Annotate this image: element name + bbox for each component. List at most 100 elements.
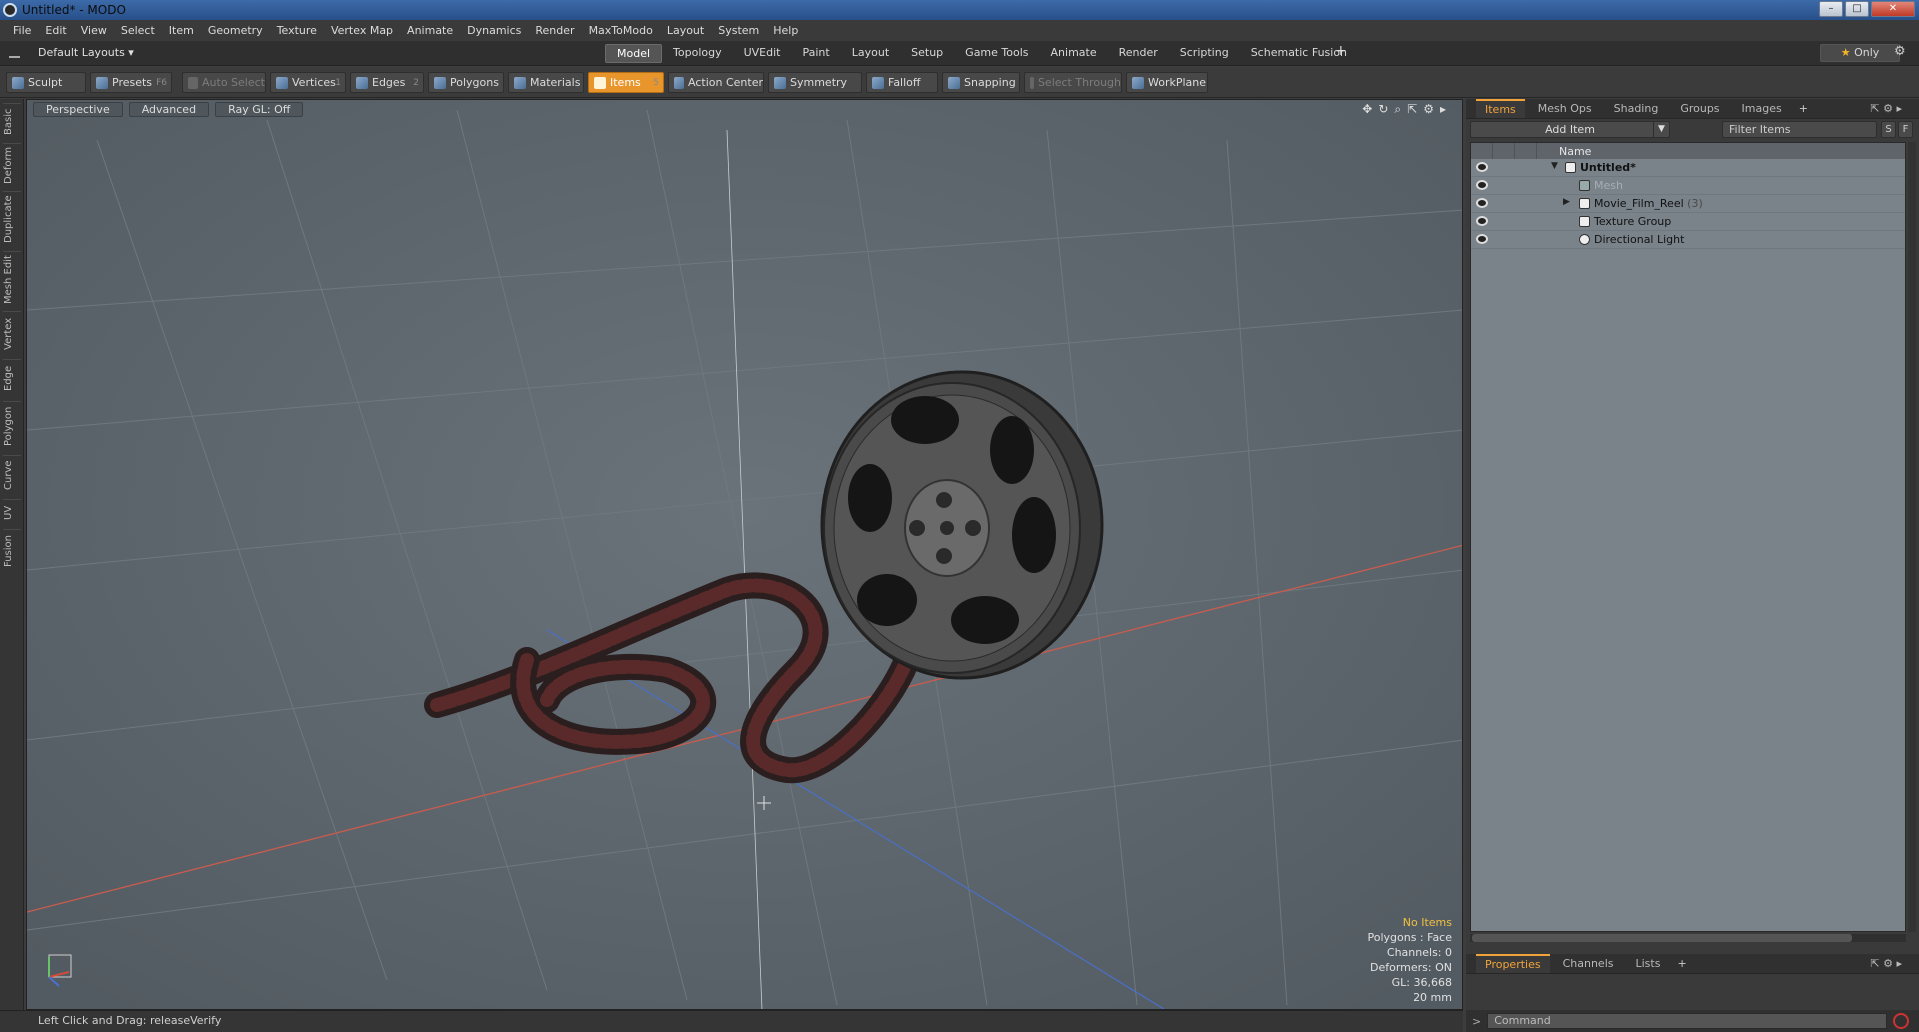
menu-render[interactable]: Render bbox=[528, 24, 581, 37]
left-tab-vertex[interactable]: Vertex bbox=[3, 311, 21, 355]
eye-icon[interactable] bbox=[1476, 180, 1488, 190]
left-tab-basic[interactable]: Basic bbox=[3, 103, 21, 139]
minimize-button[interactable]: – bbox=[1819, 1, 1843, 17]
left-tab-uv[interactable]: UV bbox=[3, 499, 21, 525]
advanced-dropdown[interactable]: Advanced bbox=[128, 102, 210, 117]
tree-row-untitled[interactable]: ▼ Untitled* bbox=[1471, 159, 1905, 177]
filter-s-button[interactable]: S bbox=[1881, 121, 1896, 138]
panel-options-icons[interactable]: ⇱ ⚙ ▸ bbox=[1861, 100, 1911, 117]
left-tab-deform[interactable]: Deform bbox=[3, 143, 21, 187]
tab-images[interactable]: Images bbox=[1733, 100, 1791, 117]
tree-row-directional-light[interactable]: Directional Light bbox=[1471, 231, 1905, 249]
rotate-icon[interactable]: ↻ bbox=[1378, 102, 1388, 117]
tab-paint[interactable]: Paint bbox=[792, 44, 841, 63]
horizontal-scrollbar[interactable] bbox=[1470, 934, 1906, 942]
action-center-button[interactable]: Action Center bbox=[668, 72, 764, 93]
menu-system[interactable]: System bbox=[711, 24, 766, 37]
materials-button[interactable]: Materials bbox=[508, 72, 584, 93]
only-button[interactable]: ★ Only bbox=[1820, 44, 1900, 62]
visibility-column-icon[interactable] bbox=[1471, 143, 1493, 159]
item-list-scrollbar[interactable] bbox=[1908, 142, 1916, 932]
tab-setup[interactable]: Setup bbox=[900, 44, 954, 63]
workplane-button[interactable]: WorkPlane bbox=[1126, 72, 1208, 93]
symmetry-button[interactable]: Symmetry bbox=[768, 72, 862, 93]
render-column-icon[interactable] bbox=[1515, 143, 1537, 159]
viewport-expand-icon[interactable]: ▸ bbox=[1440, 102, 1446, 117]
tab-properties[interactable]: Properties bbox=[1476, 954, 1550, 973]
menu-animate[interactable]: Animate bbox=[400, 24, 460, 37]
tab-shading[interactable]: Shading bbox=[1605, 100, 1668, 117]
scene-canvas[interactable] bbox=[27, 100, 1463, 1010]
auto-select-button[interactable]: Auto Select bbox=[182, 72, 266, 93]
tab-animate[interactable]: Animate bbox=[1040, 44, 1108, 63]
sculpt-button[interactable]: Sculpt bbox=[6, 72, 86, 93]
command-history-icon[interactable] bbox=[1893, 1013, 1910, 1029]
tab-model[interactable]: Model bbox=[605, 44, 663, 63]
tab-topology[interactable]: Topology bbox=[662, 44, 733, 63]
lock-column-icon[interactable] bbox=[1493, 143, 1515, 159]
add-properties-tab-icon[interactable]: + bbox=[1673, 957, 1690, 970]
perspective-dropdown[interactable]: Perspective bbox=[33, 102, 123, 117]
menu-edit[interactable]: Edit bbox=[38, 24, 73, 37]
gear-icon[interactable]: ⚙ bbox=[1894, 44, 1906, 59]
raygl-toggle[interactable]: Ray GL: Off bbox=[215, 102, 304, 117]
left-tab-fusion[interactable]: Fusion bbox=[3, 529, 21, 573]
3d-viewport[interactable]: Perspective Advanced Ray GL: Off ✥ ↻ ⌕ ⇱… bbox=[26, 99, 1463, 1010]
layout-toggle-icon[interactable] bbox=[9, 47, 20, 58]
tab-lists[interactable]: Lists bbox=[1627, 955, 1670, 972]
tab-render[interactable]: Render bbox=[1108, 44, 1169, 63]
filter-f-button[interactable]: F bbox=[1898, 121, 1913, 138]
polygons-button[interactable]: Polygons bbox=[428, 72, 504, 93]
add-tab-icon[interactable]: + bbox=[1335, 43, 1347, 59]
left-tab-polygon[interactable]: Polygon bbox=[3, 401, 21, 451]
menu-vertex-map[interactable]: Vertex Map bbox=[324, 24, 400, 37]
presets-button[interactable]: Presets F6 bbox=[90, 72, 172, 93]
tab-game-tools[interactable]: Game Tools bbox=[954, 44, 1039, 63]
filter-items-input[interactable]: Filter Items bbox=[1722, 121, 1877, 138]
left-tab-edge[interactable]: Edge bbox=[3, 359, 21, 397]
falloff-button[interactable]: Falloff bbox=[866, 72, 938, 93]
tab-scripting[interactable]: Scripting bbox=[1169, 44, 1240, 63]
command-input[interactable]: Command bbox=[1487, 1013, 1888, 1029]
items-button[interactable]: Items 5 bbox=[588, 72, 664, 93]
tab-groups[interactable]: Groups bbox=[1671, 100, 1728, 117]
zoom-icon[interactable]: ⌕ bbox=[1394, 102, 1401, 117]
menu-layout[interactable]: Layout bbox=[660, 24, 711, 37]
menu-help[interactable]: Help bbox=[766, 24, 805, 37]
eye-icon[interactable] bbox=[1476, 216, 1488, 226]
tree-row-mesh[interactable]: Mesh bbox=[1471, 177, 1905, 195]
tree-row-texture-group[interactable]: Texture Group bbox=[1471, 213, 1905, 231]
left-tab-curve[interactable]: Curve bbox=[3, 455, 21, 495]
fit-icon[interactable]: ⇱ bbox=[1407, 102, 1417, 117]
expand-icon[interactable]: ▼ bbox=[1551, 161, 1558, 171]
properties-options-icons[interactable]: ⇱ ⚙ ▸ bbox=[1861, 955, 1911, 972]
menu-texture[interactable]: Texture bbox=[270, 24, 324, 37]
scrollbar-thumb[interactable] bbox=[1472, 934, 1852, 942]
menu-geometry[interactable]: Geometry bbox=[201, 24, 270, 37]
left-tab-duplicate[interactable]: Duplicate bbox=[3, 191, 21, 247]
tab-layout[interactable]: Layout bbox=[841, 44, 900, 63]
tab-uvedit[interactable]: UVEdit bbox=[733, 44, 792, 63]
edges-button[interactable]: Edges 2 bbox=[350, 72, 424, 93]
eye-icon[interactable] bbox=[1476, 198, 1488, 208]
maximize-button[interactable]: □ bbox=[1845, 1, 1869, 17]
add-item-button[interactable]: Add Item ▼ bbox=[1470, 121, 1670, 138]
eye-icon[interactable] bbox=[1476, 162, 1488, 172]
menu-select[interactable]: Select bbox=[114, 24, 162, 37]
menu-item[interactable]: Item bbox=[162, 24, 201, 37]
menu-maxtomodo[interactable]: MaxToModo bbox=[582, 24, 660, 37]
name-column-header[interactable]: Name bbox=[1559, 145, 1591, 158]
snapping-button[interactable]: Snapping bbox=[942, 72, 1020, 93]
vertices-button[interactable]: Vertices 1 bbox=[270, 72, 346, 93]
tab-items[interactable]: Items bbox=[1476, 99, 1525, 118]
pan-icon[interactable]: ✥ bbox=[1362, 102, 1372, 117]
tab-mesh-ops[interactable]: Mesh Ops bbox=[1529, 100, 1601, 117]
eye-icon[interactable] bbox=[1476, 234, 1488, 244]
left-tab-mesh-edit[interactable]: Mesh Edit bbox=[3, 251, 21, 307]
menu-file[interactable]: File bbox=[6, 24, 38, 37]
select-through-button[interactable]: Select Through bbox=[1024, 72, 1122, 93]
add-panel-tab-icon[interactable]: + bbox=[1795, 102, 1812, 115]
tab-channels[interactable]: Channels bbox=[1554, 955, 1623, 972]
close-button[interactable]: ✕ bbox=[1871, 1, 1915, 17]
expand-icon[interactable]: ▶ bbox=[1563, 197, 1570, 207]
